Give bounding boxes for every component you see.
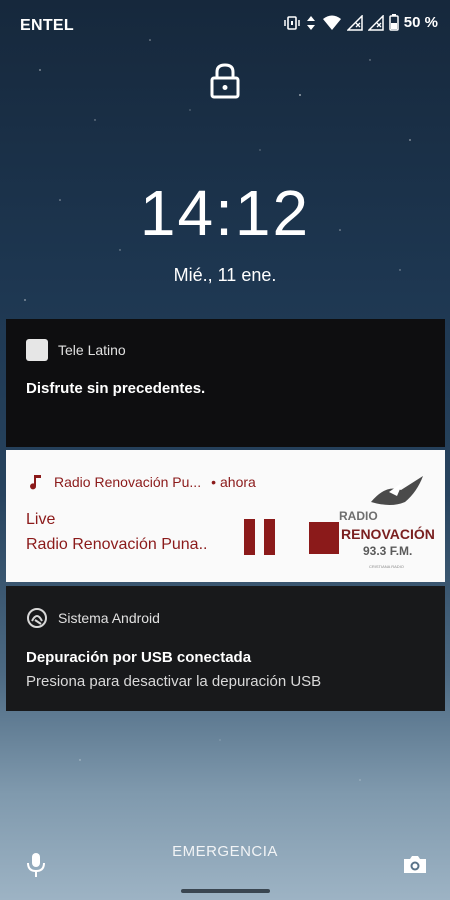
radio-logo-image: RADIO RENOVACIÓN 93.3 F.M. CRISTIANA RAD… [339, 476, 435, 569]
album-art: RADIO RENOVACIÓN 93.3 F.M. CRISTIANA RAD… [331, 462, 436, 572]
camera-icon[interactable] [402, 853, 428, 875]
notification-text: Presiona para desactivar la depuración U… [26, 673, 322, 690]
home-indicator[interactable] [181, 889, 270, 893]
wifi-icon [322, 15, 341, 30]
notification-title: Depuración por USB conectada [26, 649, 252, 666]
data-arrows-icon [306, 15, 315, 30]
carrier-name: ENTEL [20, 17, 74, 34]
clock-time: 14:12 [139, 177, 311, 249]
app-icon [26, 339, 48, 361]
stop-button[interactable] [309, 522, 339, 554]
status-icons: 50 % [284, 14, 438, 31]
notification-time: ahora [220, 474, 256, 490]
media-subtitle: Radio Renovación Puna.. [26, 536, 208, 553]
notification-header: Tele Latino [26, 339, 126, 361]
music-note-icon [30, 475, 41, 490]
date-label: Mié., 11 ene. [173, 265, 277, 285]
battery-icon [389, 14, 399, 31]
emergency-button[interactable]: EMERGENCIA [0, 843, 450, 860]
notification-media-player[interactable]: Radio Renovación Pu... • ahora Live Radi… [6, 450, 445, 582]
album-line1: RADIO [339, 509, 378, 523]
album-tag: CRISTIANA RADIO [369, 564, 404, 569]
pause-bar-icon [244, 519, 255, 555]
app-name: Radio Renovación Pu... [54, 474, 202, 490]
album-line3: 93.3 F.M. [363, 544, 412, 558]
notification-header: Radio Renovación Pu... • ahora [28, 473, 256, 491]
notification-header: Sistema Android [26, 607, 160, 629]
pause-button[interactable] [244, 519, 276, 555]
notification-title: Disfrute sin precedentes. [26, 380, 206, 397]
status-bar: ENTEL 50 % [0, 0, 450, 52]
app-name: Tele Latino [58, 342, 126, 358]
signal-icon [346, 14, 363, 31]
notification-sistema-android[interactable]: Sistema Android Depuración por USB conec… [6, 586, 445, 711]
padlock-icon[interactable] [208, 62, 242, 100]
media-title: Live [26, 511, 56, 528]
separator: • [211, 474, 216, 490]
pause-bar-icon [264, 519, 275, 555]
signal-icon [367, 14, 384, 31]
album-line2: RENOVACIÓN [341, 525, 435, 542]
vibrate-icon [284, 15, 300, 30]
android-system-icon [27, 608, 47, 628]
battery-percent: 50 % [403, 14, 438, 31]
notification-tele-latino[interactable]: Tele Latino Disfrute sin precedentes. [6, 319, 445, 447]
app-name: Sistema Android [58, 610, 160, 626]
